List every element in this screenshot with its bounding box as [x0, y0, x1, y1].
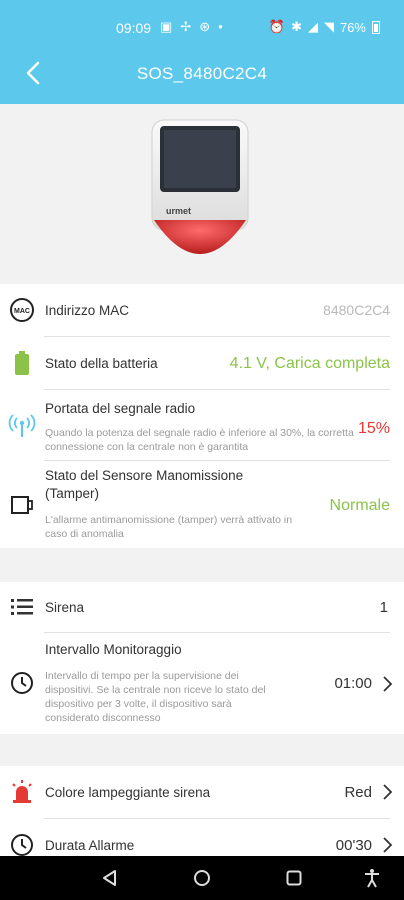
siren-icon	[12, 780, 32, 803]
chevron-right-icon	[383, 784, 393, 800]
alarm-duration-value: 00'30	[335, 837, 372, 854]
tamper-label: Stato del Sensore Manomissione (Tamper)	[45, 468, 244, 501]
alarm-duration-row[interactable]: Durata Allarme 00'30	[0, 819, 404, 856]
siren-device-image: urmet	[151, 119, 249, 254]
tamper-icon	[11, 496, 33, 514]
mac-label: Indirizzo MAC	[45, 303, 130, 318]
battery-status-icon	[372, 20, 380, 34]
nav-back-icon[interactable]	[100, 868, 120, 888]
battery-label: Stato della batteria	[45, 356, 158, 371]
tamper-description: L'allarme antimanomissione (tamper) verr…	[45, 514, 293, 540]
tamper-row: Stato del Sensore Manomissione (Tamper) …	[0, 461, 404, 547]
clock-icon	[11, 834, 33, 856]
wifi-icon: ◥	[323, 19, 334, 34]
siren-row[interactable]: Sirena 1	[0, 582, 404, 632]
mac-row: MAC Indirizzo MAC 8480C2C4	[0, 284, 404, 336]
battery-value: 4.1 V, Carica completa	[229, 355, 390, 372]
siren-color-row[interactable]: Colore lampeggiante sirena Red	[0, 766, 404, 818]
chevron-right-icon	[383, 676, 393, 692]
signal-label: Portata del segnale radio	[45, 401, 196, 416]
status-bar: 09:09 ▣ ✢ ⊛ • ⏰ ✱ ◢ ◥ 76%	[0, 0, 404, 50]
alarm-card: Colore lampeggiante sirena Red Durata Al…	[0, 766, 404, 856]
system-navigation-bar	[0, 856, 404, 900]
siren-color-value: Red	[344, 784, 372, 801]
calendar-icon: ▣	[160, 19, 173, 34]
list-icon	[11, 599, 33, 615]
siren-value: 1	[379, 599, 388, 616]
info-card: MAC Indirizzo MAC 8480C2C4 Stato della b…	[0, 284, 404, 548]
signal-row: Portata del segnale radio Quando la pote…	[0, 390, 404, 460]
fan-icon: ✢	[180, 19, 192, 34]
signal-value: 15%	[357, 420, 390, 437]
page-title: SOS_8480C2C4	[136, 64, 268, 83]
battery-row: Stato della batteria 4.1 V, Carica compl…	[0, 337, 404, 389]
alarm-duration-label: Durata Allarme	[45, 838, 135, 853]
nav-home-icon[interactable]	[192, 868, 212, 888]
mac-value: 8480C2C4	[323, 302, 390, 318]
status-system-icons: ⏰ ✱ ◢ ◥ 76%	[269, 19, 380, 35]
monitoring-interval-description: Intervallo di tempo per la supervisione …	[45, 670, 266, 724]
settings-card: Sirena 1 Intervallo Monitoraggio Interva…	[0, 582, 404, 734]
alarm-clock-icon: ⏰	[268, 19, 286, 34]
monitoring-interval-label: Intervallo Monitoraggio	[45, 642, 182, 657]
signal-bars-icon: ◢	[307, 19, 318, 34]
battery-percent: 76%	[339, 19, 366, 35]
battery-icon	[15, 351, 29, 375]
bluetooth-icon: ✱	[291, 19, 302, 34]
accessibility-icon[interactable]	[362, 868, 382, 888]
siren-label: Sirena	[45, 600, 85, 615]
status-time: 09:09	[116, 20, 152, 36]
signal-icon	[8, 414, 36, 437]
link-icon: ⊛	[199, 19, 211, 34]
mac-icon: MAC	[10, 298, 34, 322]
device-image-area: urmet	[0, 104, 404, 284]
chevron-right-icon	[383, 837, 393, 853]
tamper-value: Normale	[329, 497, 390, 514]
monitoring-interval-value: 01:00	[334, 675, 372, 692]
status-notification-icons: ▣ ✢ ⊛ •	[160, 19, 223, 35]
siren-color-label: Colore lampeggiante sirena	[45, 785, 211, 800]
svg-text:MAC: MAC	[14, 308, 30, 315]
svg-text:urmet: urmet	[166, 206, 191, 216]
signal-description: Quando la potenza del segnale radio è in…	[45, 427, 354, 453]
clock-icon	[11, 672, 33, 694]
nav-recents-icon[interactable]	[284, 868, 304, 888]
dot-icon: •	[218, 19, 223, 34]
top-bar: 09:09 ▣ ✢ ⊛ • ⏰ ✱ ◢ ◥ 76% SOS_8480C2C4	[0, 0, 404, 104]
monitoring-interval-row[interactable]: Intervallo Monitoraggio Intervallo di te…	[0, 633, 404, 734]
